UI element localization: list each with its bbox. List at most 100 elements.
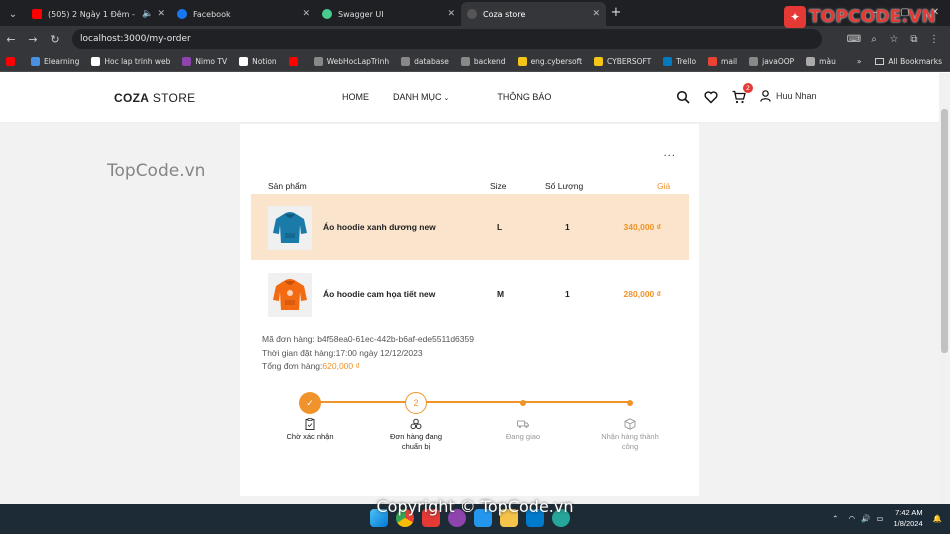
bookmark-item[interactable]: Elearning — [31, 57, 79, 66]
order-status-stepper: ✓ Chờ xác nhận 2 Đơn hàng đang chuẩn bị … — [240, 392, 699, 462]
close-tab-icon[interactable]: ✕ — [157, 9, 165, 19]
page-scrollbar[interactable] — [939, 73, 950, 504]
item-qty: 1 — [565, 222, 570, 232]
bookmark-item[interactable]: Hoc lap trinh web — [91, 57, 170, 66]
bookmark-favicon-icon — [288, 57, 298, 66]
bookmark-item[interactable]: backend — [460, 57, 506, 66]
boxes-icon — [410, 418, 422, 430]
chevron-down-icon: ⌄ — [443, 95, 450, 102]
tab-search-dropdown[interactable]: ⌄ — [0, 2, 26, 26]
stepper-line — [310, 401, 630, 403]
browser-tab[interactable]: Facebook ✕ — [171, 2, 316, 26]
order-item-row[interactable]: Áo hoodie xanh dương new L 1 340,000 ₫ — [251, 194, 689, 260]
close-tab-icon[interactable]: ✕ — [302, 9, 310, 19]
bookmark-favicon-icon — [749, 57, 759, 66]
product-image-blue-hoodie — [268, 206, 312, 250]
browser-tab[interactable]: Swagger UI ✕ — [316, 2, 461, 26]
item-name: Áo hoodie cam họa tiết new — [323, 289, 436, 299]
item-price: 280,000 ₫ — [623, 289, 661, 299]
url-field[interactable]: localhost:3000/my-order — [22, 29, 822, 245]
step-dot — [619, 392, 641, 414]
cart-count-badge: 2 — [743, 83, 753, 93]
more-options-icon[interactable]: ... — [663, 148, 676, 159]
main-menu: HOME DANH MỤC ⌄ THÔNG BÁO — [342, 92, 575, 102]
folder-icon — [875, 58, 885, 65]
step-label: Đang giao — [505, 432, 541, 441]
forward-icon[interactable]: → — [22, 33, 44, 46]
all-bookmarks[interactable]: » All Bookmarks — [857, 57, 942, 66]
package-icon — [624, 418, 636, 430]
browser-tab-active[interactable]: Coza store ✕ — [461, 2, 606, 26]
step-dot-marker — [520, 400, 526, 406]
page-viewport: COZA STORE HOME DANH MỤC ⌄ THÔNG BÁO 2 Hu… — [0, 73, 939, 504]
order-item-row[interactable]: Áo hoodie cam họa tiết new M 1 280,000 ₫ — [251, 261, 689, 327]
header-qty: Số Lượng — [545, 181, 584, 191]
site-logo[interactable]: COZA STORE — [114, 91, 195, 105]
user-menu[interactable]: Huu Nhan — [760, 90, 817, 102]
back-icon[interactable]: ← — [0, 33, 22, 46]
step-number: 2 — [405, 392, 427, 414]
watermark-text: TopCode.vn — [107, 161, 206, 181]
mute-icon[interactable]: 🔈 — [142, 9, 153, 19]
heart-icon[interactable] — [704, 89, 718, 104]
item-size: M — [497, 289, 505, 299]
bookmark-item[interactable]: eng.cybersoft — [517, 57, 582, 66]
bookmarks-bar: Elearning Hoc lap trinh web Nimo TV Notion W… — [0, 52, 950, 72]
facebook-icon — [177, 9, 187, 19]
bookmark-favicon-icon — [460, 57, 470, 66]
copyright-watermark: Copyright © TopCode.vn — [376, 497, 574, 516]
globe-icon — [467, 9, 477, 19]
bookmark-item[interactable]: javaOOP — [749, 57, 794, 66]
chevron-right-icon[interactable]: » — [857, 57, 862, 66]
extensions-icon[interactable]: ⧉ — [904, 34, 924, 45]
bookmark-item[interactable]: Notion — [239, 57, 277, 66]
close-tab-icon[interactable]: ✕ — [592, 9, 600, 19]
order-time: 17:00 ngày 12/12/2023 — [335, 347, 423, 358]
translate-icon[interactable]: ⌨ — [844, 34, 864, 45]
bookmark-item[interactable]: WebHocLapTrinh — [313, 57, 389, 66]
site-header: COZA STORE HOME DANH MỤC ⌄ THÔNG BÁO 2 Hu… — [0, 73, 939, 123]
cart-icon[interactable]: 2 — [732, 83, 753, 104]
step-check-icon: ✓ — [299, 392, 321, 414]
bookmark-item[interactable] — [6, 57, 19, 66]
bookmark-favicon-icon — [401, 57, 411, 66]
bookmark-favicon-icon — [6, 57, 15, 66]
bookmark-item[interactable]: mail — [708, 57, 737, 66]
header-product: Sản phẩm — [268, 181, 307, 191]
item-name: Áo hoodie xanh dương new — [323, 222, 436, 232]
bookmark-favicon-icon — [31, 57, 40, 66]
bookmark-item[interactable]: CYBERSOFT — [594, 57, 651, 66]
new-tab-button[interactable]: + — [606, 2, 626, 26]
bookmark-star-icon[interactable]: ☆ — [884, 34, 904, 45]
order-time-line: Thời gian đặt hàng:17:00 ngày 12/12/2023 — [262, 347, 423, 358]
bookmark-favicon-icon — [806, 57, 816, 66]
menu-home[interactable]: HOME — [342, 92, 369, 102]
topcode-badge-icon: ✦ — [783, 6, 806, 28]
bookmark-favicon-icon — [517, 57, 527, 66]
bookmark-favicon-icon — [91, 57, 101, 66]
order-card: ... Sản phẩm Size Số Lượng Giá Áo hoodie… — [240, 124, 699, 496]
scrollbar-thumb[interactable] — [941, 109, 948, 353]
reload-icon[interactable]: ↻ — [44, 33, 66, 46]
close-tab-icon[interactable]: ✕ — [447, 9, 455, 19]
bookmark-item[interactable]: Nimo TV — [182, 57, 227, 66]
youtube-icon — [32, 9, 42, 19]
address-toolbar: ← → ↻ localhost:3000/my-order ⌨ ⌕ ☆ ⧉ ⋮ — [0, 26, 950, 245]
menu-danh-muc[interactable]: DANH MỤC ⌄ — [393, 92, 473, 102]
bookmark-favicon-icon — [708, 57, 718, 66]
menu-thong-bao[interactable]: THÔNG BÁO — [497, 92, 551, 102]
menu-icon[interactable]: ⋮ — [924, 34, 944, 45]
clipboard-icon — [304, 418, 316, 430]
bookmark-favicon-icon — [594, 57, 604, 66]
header-size: Size — [490, 181, 507, 191]
bookmark-item[interactable]: Trello — [663, 57, 696, 66]
search-icon[interactable] — [676, 89, 690, 104]
zoom-icon[interactable]: ⌕ — [864, 34, 884, 45]
step-cho-xac-nhan: ✓ Chờ xác nhận — [265, 392, 355, 442]
browser-tab[interactable]: (505) 2 Ngày 1 Đêm - Mùa 🔈 ✕ — [26, 2, 171, 26]
bookmark-item[interactable]: database — [401, 57, 449, 66]
item-price: 340,000 ₫ — [623, 222, 661, 232]
bookmark-item[interactable]: màu — [806, 57, 836, 66]
order-total: 620,000 ₫ — [322, 361, 360, 371]
bookmark-item[interactable] — [288, 57, 302, 66]
